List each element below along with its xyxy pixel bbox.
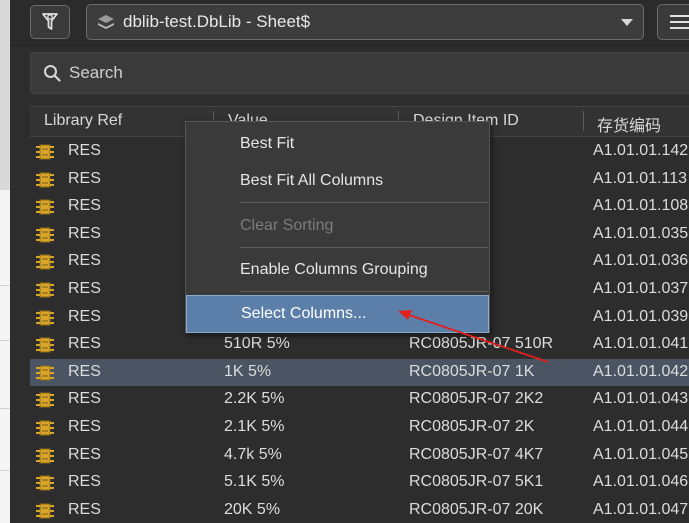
cell-library-ref: RES <box>68 280 101 297</box>
cell-library-ref: RES <box>68 169 101 187</box>
column-header-library-ref[interactable]: Library Ref <box>44 112 122 130</box>
filter-icon <box>42 13 58 30</box>
cell-inventory-code: A1.01.01.041 <box>593 335 689 353</box>
menu-divider <box>240 202 488 203</box>
table-row[interactable]: RES 510R 5% RC0805JR-07 510R A1.01.01.041 <box>30 331 689 359</box>
column-context-menu: Best Fit Best Fit All Columns Clear Sort… <box>185 121 490 333</box>
cell-value: 2.1K 5% <box>224 418 285 435</box>
cell-design-item-id: RC0805JR-07 2K <box>409 418 535 435</box>
menu-item-clear-sorting[interactable]: Clear Sorting <box>186 208 489 244</box>
search-input[interactable] <box>69 63 569 83</box>
cell-library-ref: RES <box>68 390 101 408</box>
cell-design-item-id: RC0805JR-07 2K2 <box>409 390 544 408</box>
cell-library-ref: RES <box>68 197 101 215</box>
components-panel: dblib-test.DbLib - Sheet$ Library Ref Va… <box>10 0 689 523</box>
cell-library-ref: RES <box>68 418 101 435</box>
resistor-component-icon <box>36 420 54 436</box>
cell-inventory-code: A1.01.01.043 <box>593 390 689 408</box>
cell-value: 20K 5% <box>224 500 281 518</box>
adjacent-window-strip <box>0 0 10 523</box>
cell-inventory-code: A1.01.01.046 <box>593 473 689 491</box>
search-box <box>30 52 689 94</box>
cell-library-ref: RES <box>68 142 101 159</box>
cell-inventory-code: A1.01.01.039 <box>593 307 689 325</box>
resistor-component-icon <box>36 365 54 381</box>
resistor-component-icon <box>36 503 54 519</box>
chevron-down-icon <box>621 19 633 26</box>
library-icon <box>98 15 114 29</box>
cell-design-item-id: RC0805JR-07 1K <box>409 362 535 380</box>
cell-inventory-code: A1.01.01.045 <box>593 445 689 463</box>
cell-inventory-code: A1.01.01.037 <box>593 280 689 297</box>
cell-inventory-code: A1.01.01.042 <box>593 362 689 380</box>
table-row[interactable]: RES 5.1K 5% RC0805JR-07 5K1 A1.01.01.046 <box>30 469 689 497</box>
cell-library-ref: RES <box>68 473 101 491</box>
cell-library-ref: RES <box>68 362 101 380</box>
toolbar: dblib-test.DbLib - Sheet$ <box>10 0 689 46</box>
cell-inventory-code: A1.01.01.044 <box>593 418 689 435</box>
cell-inventory-code: A1.01.01.035 <box>593 224 689 242</box>
cell-library-ref: RES <box>68 224 101 242</box>
column-divider[interactable] <box>583 111 584 131</box>
resistor-component-icon <box>36 172 54 188</box>
cell-design-item-id: RC0805JR-07 20K <box>409 500 544 518</box>
library-dropdown[interactable]: dblib-test.DbLib - Sheet$ <box>86 4 644 40</box>
cell-value: 4.7k 5% <box>224 445 282 463</box>
resistor-component-icon <box>36 337 54 353</box>
cell-inventory-code: A1.01.01.113 <box>593 169 688 187</box>
menu-divider <box>240 291 488 292</box>
cell-design-item-id: RC0805JR-07 510R <box>409 335 554 353</box>
resistor-component-icon <box>36 144 54 160</box>
cell-inventory-code: A1.01.01.036 <box>593 252 689 270</box>
panel-menu-button[interactable] <box>657 4 689 40</box>
cell-design-item-id: RC0805JR-07 4K7 <box>409 445 544 463</box>
cell-design-item-id: RC0805JR-07 5K1 <box>409 473 544 491</box>
cell-value: 510R 5% <box>224 335 290 353</box>
cell-library-ref: RES <box>68 500 101 518</box>
table-row[interactable]: RES 20K 5% RC0805JR-07 20K A1.01.01.047 <box>30 497 689 523</box>
resistor-component-icon <box>36 199 54 215</box>
column-header-inventory-code[interactable]: 存货编码 <box>597 112 661 136</box>
menu-item-select-columns[interactable]: Select Columns... <box>186 295 489 333</box>
table-row[interactable]: RES 2.1K 5% RC0805JR-07 2K A1.01.01.044 <box>30 414 689 442</box>
table-row[interactable]: RES 2.2K 5% RC0805JR-07 2K2 A1.01.01.043 <box>30 386 689 414</box>
cell-library-ref: RES <box>68 252 101 270</box>
cell-inventory-code: A1.01.01.047 <box>593 500 689 518</box>
menu-item-best-fit[interactable]: Best Fit <box>186 126 489 162</box>
menu-divider <box>240 247 488 248</box>
menu-item-best-fit-all-columns[interactable]: Best Fit All Columns <box>186 163 489 199</box>
table-row[interactable]: RES 1K 5% RC0805JR-07 1K A1.01.01.042 <box>30 358 689 387</box>
resistor-component-icon <box>36 448 54 464</box>
cell-library-ref: RES <box>68 307 101 325</box>
resistor-component-icon <box>36 282 54 298</box>
cell-value: 1K 5% <box>224 362 272 380</box>
cell-inventory-code: A1.01.01.108 <box>593 197 689 215</box>
resistor-component-icon <box>36 310 54 326</box>
resistor-component-icon <box>36 392 54 408</box>
menu-item-enable-columns-grouping[interactable]: Enable Columns Grouping <box>186 252 489 288</box>
filter-button[interactable] <box>30 5 70 39</box>
resistor-component-icon <box>36 475 54 491</box>
cell-inventory-code: A1.01.01.142 <box>593 142 689 159</box>
table-row[interactable]: RES 4.7k 5% RC0805JR-07 4K7 A1.01.01.045 <box>30 442 689 470</box>
library-name: dblib-test.DbLib - Sheet$ <box>123 12 311 31</box>
search-icon <box>44 65 61 82</box>
cell-library-ref: RES <box>68 445 101 463</box>
cell-value: 2.2K 5% <box>224 390 285 408</box>
resistor-component-icon <box>36 254 54 270</box>
cell-value: 5.1K 5% <box>224 473 285 491</box>
cell-library-ref: RES <box>68 335 101 353</box>
resistor-component-icon <box>36 227 54 243</box>
